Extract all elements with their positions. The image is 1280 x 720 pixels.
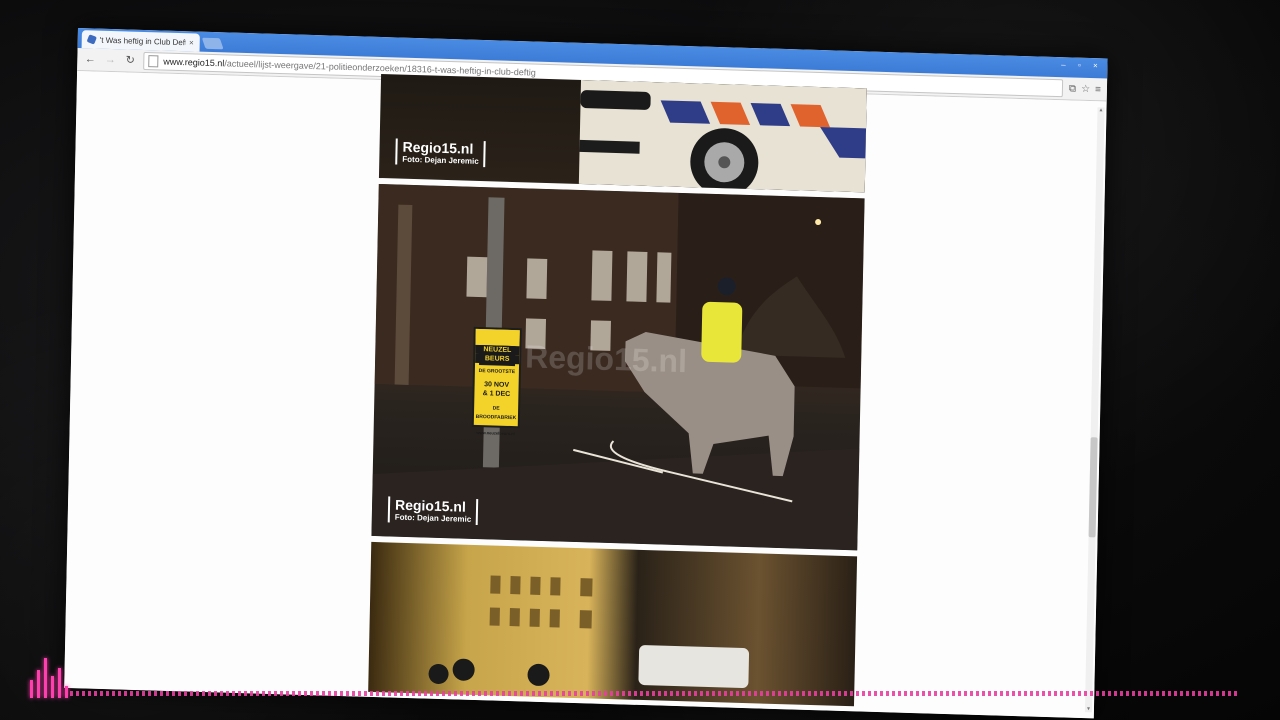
tab-close-icon[interactable]: × bbox=[189, 38, 194, 47]
scroll-up-icon[interactable]: ▲ bbox=[1097, 107, 1104, 113]
toolbar-right: ⧉ ☆ ≡ bbox=[1069, 83, 1101, 95]
poster-line-1: DE GROOTSTE bbox=[478, 368, 516, 376]
photo-center-watermark: Regio15.nl bbox=[524, 338, 688, 380]
scroll-down-icon[interactable]: ▼ bbox=[1085, 706, 1092, 712]
scrollbar-thumb[interactable] bbox=[1088, 437, 1098, 538]
vertical-scrollbar[interactable]: ▲ ▼ bbox=[1084, 107, 1105, 713]
star-icon[interactable]: ☆ bbox=[1081, 83, 1090, 94]
menu-icon[interactable]: ≡ bbox=[1095, 84, 1101, 95]
photo-police-car[interactable]: Regio15.nl Foto: Dejan Jeremic bbox=[378, 74, 867, 193]
article-content: Regio15.nl Foto: Dejan Jeremic Regio15.n… bbox=[368, 74, 867, 712]
photo-mounted-police[interactable]: Regio15.nl NEUZEL BEURS DE GROOTSTE 30 N… bbox=[371, 183, 865, 551]
street-scene-illustration bbox=[428, 575, 750, 688]
maximize-icon[interactable]: ▫ bbox=[1073, 61, 1085, 71]
tab-title: 't Was heftig in Club Deft bbox=[99, 35, 187, 47]
photo-street-scene[interactable] bbox=[368, 541, 858, 707]
close-window-icon[interactable]: × bbox=[1089, 61, 1101, 71]
back-icon[interactable]: ← bbox=[83, 52, 97, 66]
poster-date-2: & 1 DEC bbox=[482, 390, 511, 398]
audio-visualizer-dots bbox=[70, 691, 1240, 696]
police-car-illustration bbox=[578, 79, 867, 193]
poster-url: www.neuzelbeurs.nl bbox=[476, 429, 515, 437]
page-viewport: Regio15.nl Foto: Dejan Jeremic Regio15.n… bbox=[64, 70, 1107, 719]
extension-icon[interactable]: ⧉ bbox=[1069, 83, 1076, 94]
poster-venue: DE BROODFABRIEK bbox=[475, 405, 517, 422]
forward-icon[interactable]: → bbox=[103, 53, 117, 67]
audio-equalizer bbox=[30, 658, 68, 698]
reload-icon[interactable]: ↻ bbox=[123, 53, 137, 67]
poster: NEUZEL BEURS DE GROOTSTE 30 NOV & 1 DEC … bbox=[474, 329, 520, 438]
stage: 't Was heftig in Club Deft × – ▫ × ← → ↻… bbox=[0, 0, 1280, 720]
photo-watermark: Regio15.nl Foto: Dejan Jeremic bbox=[395, 138, 487, 168]
new-tab-button[interactable] bbox=[201, 37, 224, 50]
window-controls: – ▫ × bbox=[1057, 60, 1101, 71]
url-host: www.regio15.nl bbox=[163, 56, 225, 69]
poster-title-2: BEURS bbox=[475, 353, 520, 365]
minimize-icon[interactable]: – bbox=[1057, 60, 1069, 70]
photo-watermark: Regio15.nl Foto: Dejan Jeremic bbox=[387, 496, 479, 526]
browser-tab[interactable]: 't Was heftig in Club Deft × bbox=[81, 30, 200, 52]
favicon-icon bbox=[86, 34, 97, 45]
page-icon bbox=[148, 55, 159, 68]
browser-window: 't Was heftig in Club Deft × – ▫ × ← → ↻… bbox=[64, 28, 1108, 719]
